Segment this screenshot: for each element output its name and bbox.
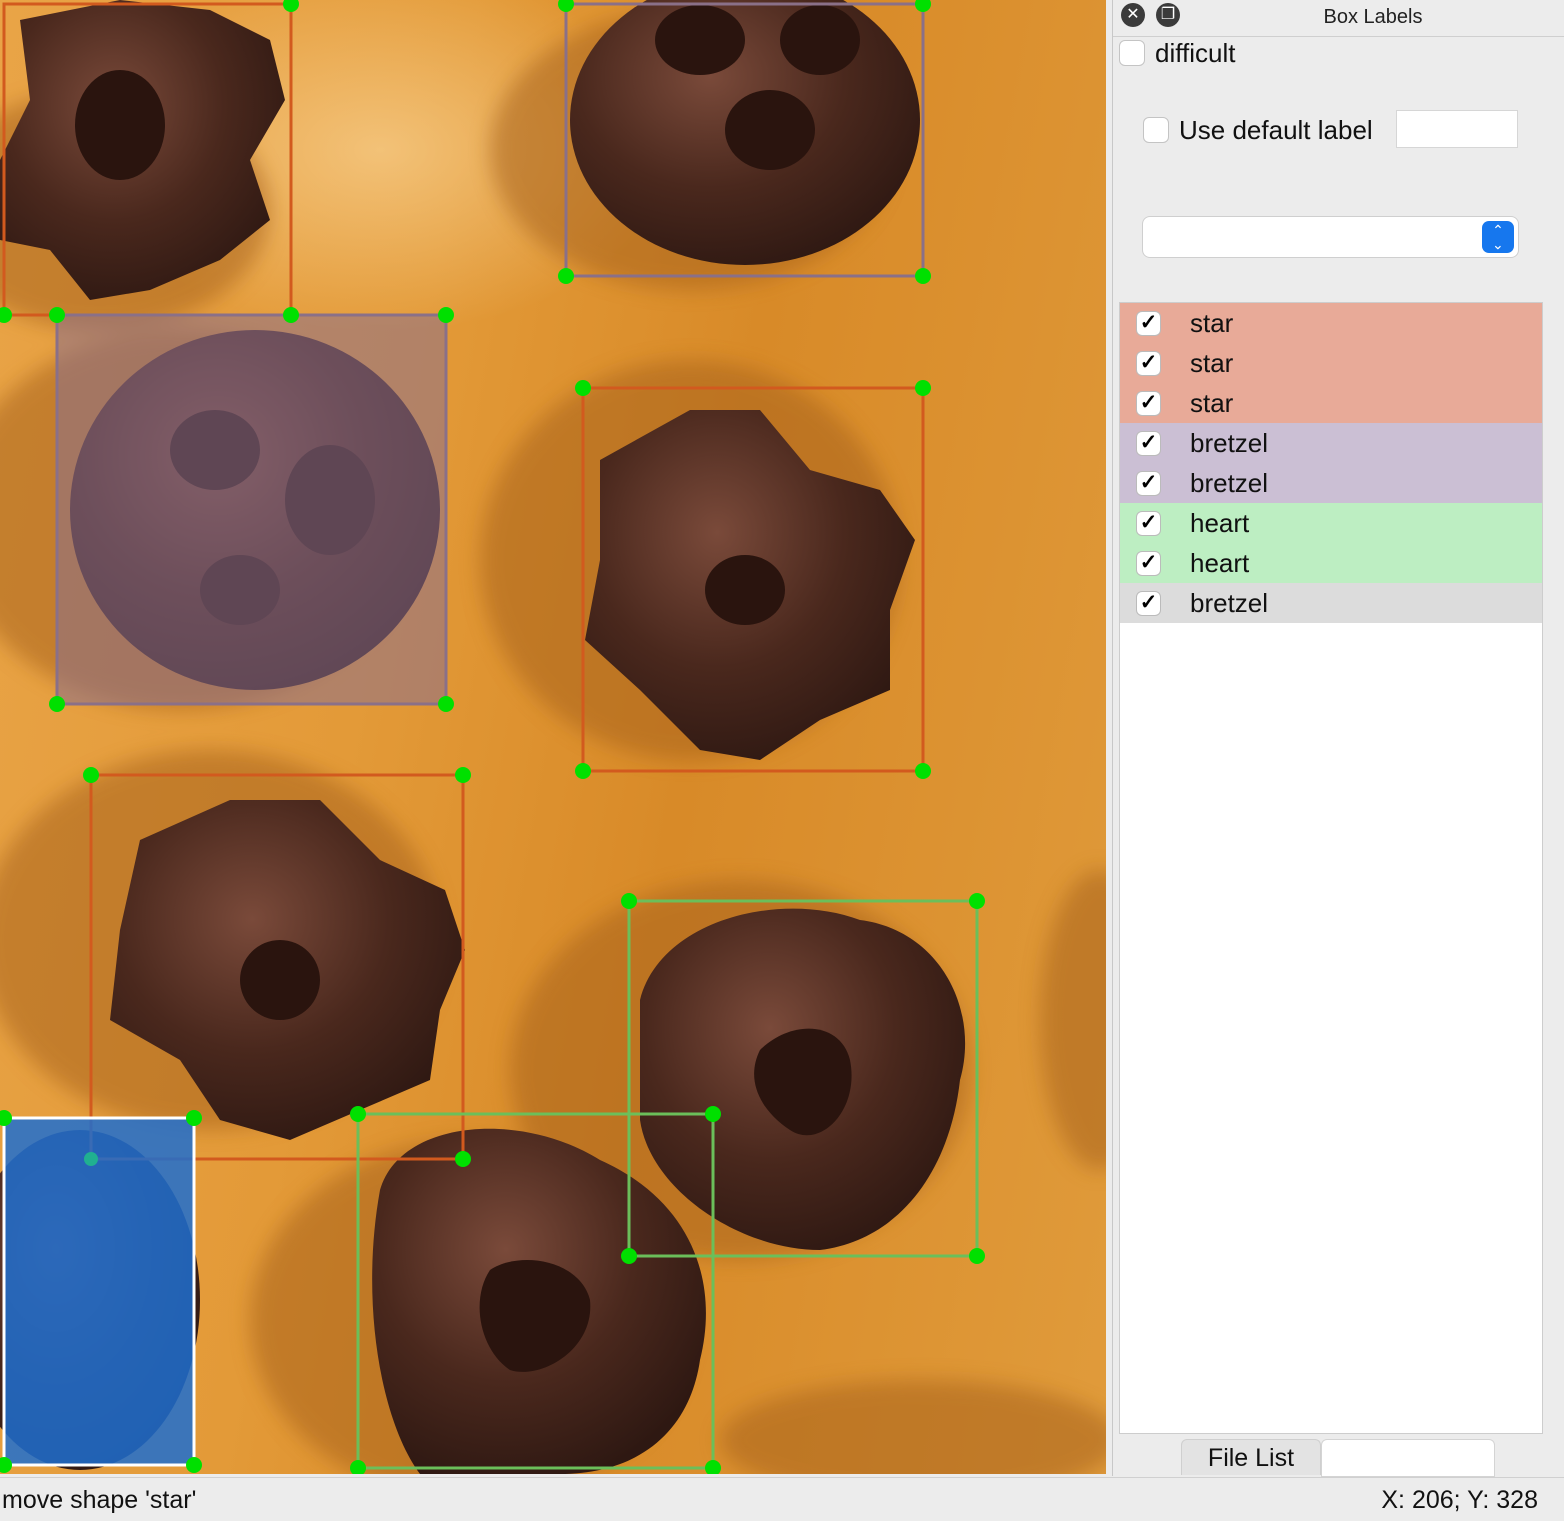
label-list-item[interactable]: ✓ bretzel: [1120, 583, 1542, 623]
vertex-handle[interactable]: [915, 0, 931, 12]
float-icon[interactable]: ❐: [1156, 3, 1180, 27]
vertex-handle[interactable]: [621, 1248, 637, 1264]
vertex-handle[interactable]: [575, 380, 591, 396]
label-list-item-text: star: [1190, 388, 1234, 418]
vertex-handle[interactable]: [621, 893, 637, 909]
checkmark-icon[interactable]: ✓: [1136, 311, 1161, 336]
vertex-handle[interactable]: [575, 763, 591, 779]
vertex-handle[interactable]: [186, 1110, 202, 1126]
label-combobox[interactable]: ⌃ ⌃: [1142, 216, 1519, 258]
checkmark-icon[interactable]: ✓: [1136, 391, 1161, 416]
checkmark-icon[interactable]: ✓: [1136, 351, 1161, 376]
checkmark-icon[interactable]: ✓: [1136, 471, 1161, 496]
chevron-updown-icon[interactable]: ⌃ ⌃: [1482, 221, 1514, 253]
label-list-item-text: bretzel: [1190, 468, 1269, 498]
tab-blank[interactable]: [1321, 1439, 1495, 1477]
checkmark-icon[interactable]: ✓: [1136, 551, 1161, 576]
label-list-item[interactable]: ✓ bretzel: [1120, 423, 1542, 463]
vertex-handle[interactable]: [558, 268, 574, 284]
label-list-item[interactable]: ✓ star: [1120, 303, 1542, 343]
box-bretzel-active[interactable]: [2, 1116, 196, 1467]
difficult-label: difficult: [1155, 38, 1236, 68]
vertex-handle[interactable]: [969, 1248, 985, 1264]
vertex-handle[interactable]: [558, 0, 574, 12]
vertex-handle[interactable]: [915, 380, 931, 396]
cursor-coordinates: X: 206; Y: 328: [1381, 1486, 1538, 1514]
label-list-item-text: bretzel: [1190, 428, 1269, 458]
label-list-item[interactable]: ✓ heart: [1120, 543, 1542, 583]
status-bar: move shape 'star' X: 206; Y: 328: [0, 1477, 1564, 1521]
vertex-handle[interactable]: [283, 307, 299, 323]
vertex-handle[interactable]: [83, 767, 99, 783]
box-labels-dock: ✕ ❐ Box Labels difficult Use default lab…: [1112, 0, 1564, 1477]
vertex-handle[interactable]: [915, 763, 931, 779]
vertex-handle[interactable]: [84, 1152, 98, 1166]
vertex-handle[interactable]: [705, 1106, 721, 1122]
vertex-handle[interactable]: [705, 1460, 721, 1474]
dock-title: Box Labels: [1323, 6, 1423, 28]
label-list-item[interactable]: ✓ heart: [1120, 503, 1542, 543]
cookie-heart-right: [640, 908, 966, 1250]
label-list[interactable]: ✓ star ✓ star ✓ star ✓ bretzel ✓ bretzel ✓ heart ✓ he…: [1119, 302, 1543, 1434]
vertex-handle[interactable]: [283, 0, 299, 12]
tab-file-list[interactable]: File List: [1181, 1439, 1321, 1475]
vertex-handle[interactable]: [455, 767, 471, 783]
checkmark-icon[interactable]: ✓: [1136, 591, 1161, 616]
close-icon[interactable]: ✕: [1121, 3, 1145, 27]
vertex-handle[interactable]: [438, 307, 454, 323]
label-list-item-text: heart: [1190, 548, 1250, 578]
vertex-handle[interactable]: [350, 1106, 366, 1122]
vertex-handle[interactable]: [455, 1151, 471, 1167]
label-list-item-text: heart: [1190, 508, 1250, 538]
difficult-checkbox[interactable]: [1119, 40, 1145, 66]
status-message: move shape 'star': [2, 1486, 197, 1514]
vertex-handle[interactable]: [969, 893, 985, 909]
dock-titlebar: ✕ ❐ Box Labels: [1113, 0, 1564, 34]
use-default-label-text: Use default label: [1179, 115, 1373, 145]
checkmark-icon[interactable]: ✓: [1136, 511, 1161, 536]
vertex-handle[interactable]: [49, 696, 65, 712]
label-list-item[interactable]: ✓ star: [1120, 343, 1542, 383]
label-list-item[interactable]: ✓ bretzel: [1120, 463, 1542, 503]
annotation-layer[interactable]: [0, 0, 1106, 1474]
use-default-label-checkbox[interactable]: [1143, 117, 1169, 143]
label-list-item-text: bretzel: [1190, 588, 1269, 618]
checkmark-icon[interactable]: ✓: [1136, 431, 1161, 456]
divider: [1113, 36, 1564, 37]
label-list-item-text: star: [1190, 348, 1234, 378]
box-bretzel-selected[interactable]: [55, 313, 448, 706]
label-list-item-text: star: [1190, 308, 1234, 338]
default-label-input[interactable]: [1396, 110, 1518, 148]
label-list-item[interactable]: ✓ star: [1120, 383, 1542, 423]
vertex-handle[interactable]: [438, 696, 454, 712]
vertex-handle[interactable]: [49, 307, 65, 323]
vertex-handle[interactable]: [915, 268, 931, 284]
vertex-handle[interactable]: [186, 1457, 202, 1473]
image-canvas[interactable]: [0, 0, 1106, 1474]
bottom-tab-bar: File List: [1113, 1436, 1564, 1477]
